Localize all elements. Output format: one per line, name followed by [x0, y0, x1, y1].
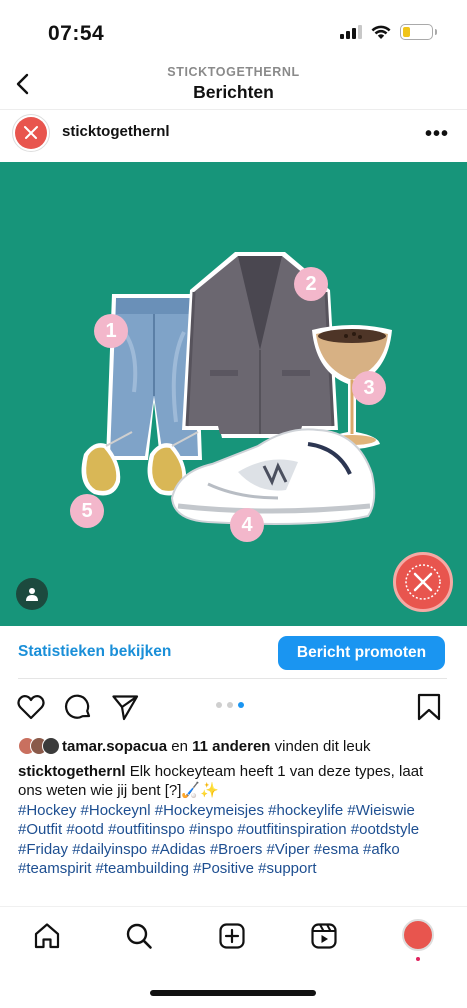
hashtag-link[interactable]: #support [258, 860, 316, 877]
create-post-icon[interactable] [217, 921, 247, 951]
post-username[interactable]: sticktogethernl [62, 123, 170, 140]
view-insights-link[interactable]: Statistieken bekijken [18, 643, 171, 661]
promote-post-button[interactable]: Bericht promoten [278, 636, 445, 670]
hashtag-link[interactable]: #outfitinspiration [237, 821, 346, 838]
cellular-signal-icon [340, 25, 362, 39]
likes-suffix: vinden dit leuk [270, 737, 371, 755]
search-icon[interactable] [124, 921, 154, 951]
hashtag-link[interactable]: #inspo [189, 821, 233, 838]
liker-avatar [42, 737, 60, 755]
divider [18, 678, 447, 679]
user-tags-button[interactable] [16, 578, 48, 610]
hashtag-link[interactable]: #Broers [210, 841, 263, 858]
hockey-sticks-icon [24, 126, 38, 139]
hashtag-link[interactable]: #outfitinspo [108, 821, 185, 838]
likes-summary[interactable]: tamar.sopacua en 11 anderen vinden dit l… [18, 736, 371, 756]
carousel-indicator [216, 702, 244, 708]
post-image[interactable]: 1 2 3 4 5 [0, 162, 467, 626]
nav-title-group: STICKTOGETHERNL Berichten [0, 65, 467, 103]
badge-4: 4 [230, 508, 264, 542]
liker-avatars [18, 737, 60, 755]
sneaker-image [170, 428, 376, 525]
hashtag-link[interactable]: #teamspirit [18, 860, 91, 877]
post-header: sticktogethernl ••• [0, 112, 467, 158]
hashtag-link[interactable]: #teambuilding [96, 860, 189, 877]
hashtag-link[interactable]: #Hockeymeisjes [155, 802, 264, 819]
post-author-avatar[interactable] [12, 114, 50, 152]
badge-3: 3 [352, 371, 386, 405]
share-icon[interactable] [110, 692, 140, 722]
battery-icon [400, 24, 437, 40]
more-options-icon[interactable]: ••• [425, 123, 449, 146]
page-title: Berichten [193, 82, 274, 102]
hashtag-link[interactable]: #Outfit [18, 821, 62, 838]
bookmark-icon[interactable] [414, 692, 444, 722]
post-caption: sticktogethernl Elk hockeyteam heeft 1 v… [18, 762, 450, 878]
likes-others-count[interactable]: 11 anderen [192, 738, 270, 755]
badge-2: 2 [294, 267, 328, 301]
hashtag-link[interactable]: #Adidas [151, 841, 205, 858]
hashtag-link[interactable]: #Wieiswie [347, 802, 415, 819]
status-bar: 07:54 [0, 0, 467, 58]
user-icon [26, 588, 38, 601]
status-time: 07:54 [48, 22, 105, 45]
bottom-tab-bar [0, 906, 467, 966]
liker-username[interactable]: tamar.sopacua [62, 738, 167, 755]
hockey-sticks-logo-icon [405, 564, 441, 600]
profile-avatar-tab[interactable] [402, 919, 434, 951]
home-icon[interactable] [32, 921, 62, 951]
comment-icon[interactable] [63, 692, 93, 722]
post-actions [0, 690, 467, 724]
hashtag-link[interactable]: #ootd [66, 821, 104, 838]
reels-icon[interactable] [309, 921, 339, 951]
hashtag-link[interactable]: #Hockeynl [81, 802, 151, 819]
hashtag-link[interactable]: #Hockey [18, 802, 76, 819]
badge-5: 5 [70, 494, 104, 528]
hashtag-link[interactable]: #Friday [18, 841, 68, 858]
carousel-dot [227, 702, 233, 708]
nav-subtitle: STICKTOGETHERNL [167, 65, 300, 79]
hashtag-link[interactable]: #Positive [193, 860, 254, 877]
hashtag-link[interactable]: #Viper [267, 841, 310, 858]
badge-1: 1 [94, 314, 128, 348]
nav-header: STICKTOGETHERNL Berichten [0, 58, 467, 110]
hashtag-link[interactable]: #dailyinspo [72, 841, 147, 858]
caption-username[interactable]: sticktogethernl [18, 763, 126, 780]
insights-row: Statistieken bekijken Bericht promoten [0, 634, 467, 674]
status-icons [340, 24, 437, 40]
likes-connector: en [167, 737, 193, 755]
hashtag-link[interactable]: #hockeylife [268, 802, 343, 819]
hashtag-link[interactable]: #afko [363, 841, 400, 858]
carousel-dot-active [238, 702, 244, 708]
hashtag-link[interactable]: #ootdstyle [351, 821, 419, 838]
profile-notification-dot [416, 957, 420, 961]
brand-logo-badge [393, 552, 453, 612]
carousel-dot [216, 702, 222, 708]
hashtag-link[interactable]: #esma [314, 841, 359, 858]
hashtag-list: #Hockey #Hockeynl #Hockeymeisjes #hockey… [18, 801, 450, 879]
caption-emoji: [?]🏑✨ [164, 782, 219, 800]
wifi-icon [371, 25, 391, 39]
heart-icon[interactable] [16, 692, 46, 722]
home-indicator [150, 990, 316, 996]
